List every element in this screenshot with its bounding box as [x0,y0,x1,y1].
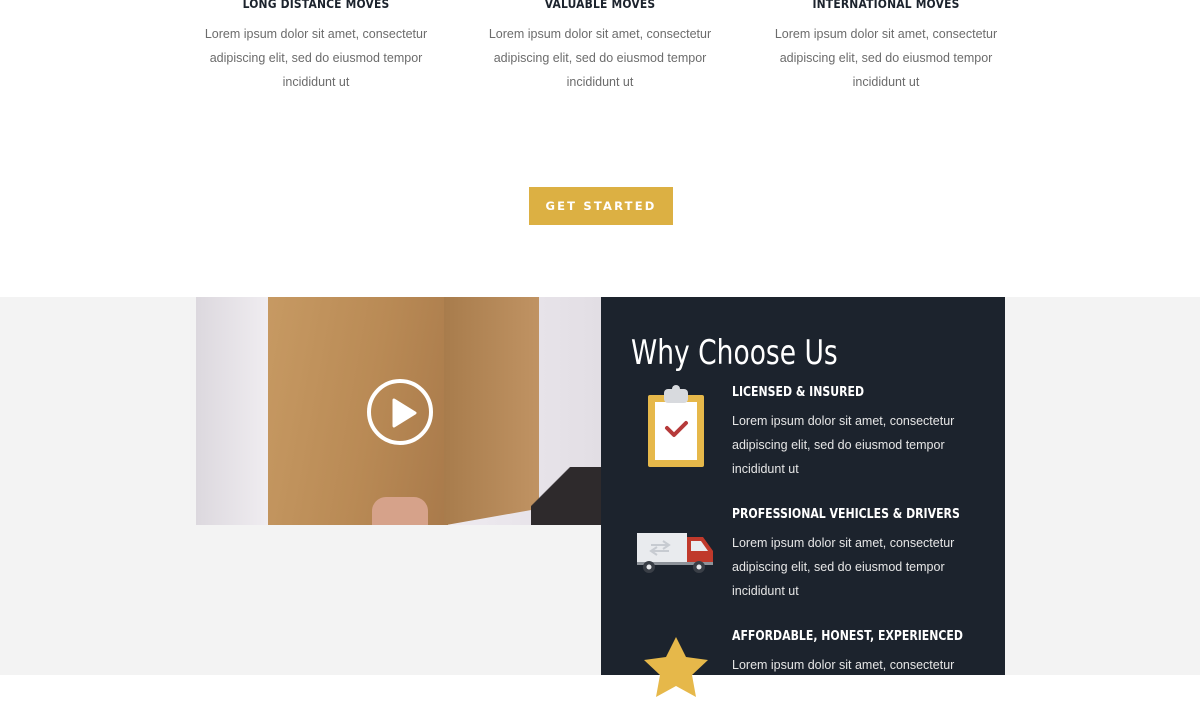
truck-icon [631,505,721,595]
person-shadow [531,467,601,525]
play-circle-icon[interactable] [367,379,433,445]
feature-description: Lorem ipsum dolor sit amet, consectetur [732,658,955,672]
get-started-button[interactable]: GET STARTED [529,187,673,225]
feature-description: Lorem ipsum dolor sit amet, consectetur … [732,536,955,598]
why-choose-panel: Why Choose Us LICENSED & INSURED Lorem i… [601,297,1005,697]
hand-image [372,497,428,525]
clipboard-check-icon [631,383,721,473]
service-description: Lorem ipsum dolor sit amet, consectetur … [204,27,428,89]
service-long-distance: LONG DISTANCE MOVES Lorem ipsum dolor si… [196,0,436,94]
service-valuable: VALUABLE MOVES Lorem ipsum dolor sit ame… [480,0,720,94]
service-title: LONG DISTANCE MOVES [242,0,390,11]
service-title: INTERNATIONAL MOVES [812,0,960,11]
feature-title: LICENSED & INSURED [732,385,865,400]
why-choose-section: Why Choose Us LICENSED & INSURED Lorem i… [0,297,1200,697]
feature-title: AFFORDABLE, HONEST, EXPERIENCED [732,629,963,644]
services-section: LONG DISTANCE MOVES Lorem ipsum dolor si… [0,0,1200,297]
service-title: VALUABLE MOVES [544,0,656,11]
section-title: Why Choose Us [631,333,838,373]
feature-title: PROFESSIONAL VEHICLES & DRIVERS [732,507,960,522]
feature-description: Lorem ipsum dolor sit amet, consectetur … [732,414,955,476]
star-icon [631,627,721,717]
service-description: Lorem ipsum dolor sit amet, consectetur … [774,27,998,89]
service-international: INTERNATIONAL MOVES Lorem ipsum dolor si… [766,0,1006,94]
service-description: Lorem ipsum dolor sit amet, consectetur … [488,27,712,89]
cardboard-box-side [444,297,539,525]
video-thumbnail[interactable] [196,297,601,525]
video-background-wall [196,297,266,525]
